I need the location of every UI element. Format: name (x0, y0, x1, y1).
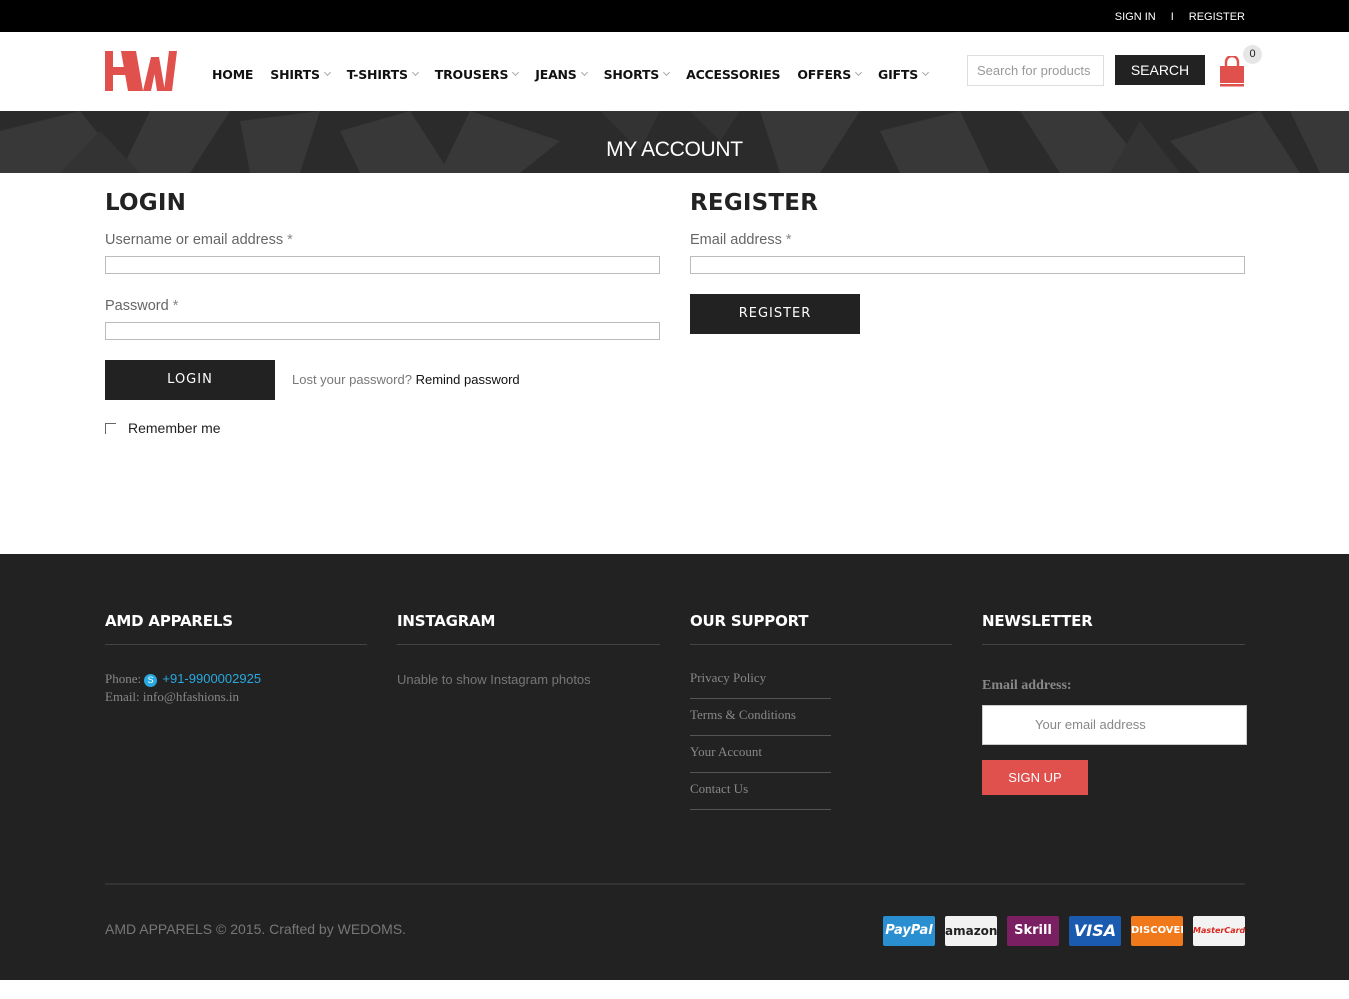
footer-about-title: AMD APPARELS (105, 612, 233, 630)
link-separator: I (1170, 11, 1174, 23)
lost-password-label: Lost your password? (292, 372, 412, 387)
login-button[interactable]: LOGIN (105, 360, 275, 400)
phone-link[interactable]: +91-9900002925 (162, 671, 261, 686)
login-title: LOGIN (105, 190, 187, 216)
support-links: Privacy Policy Terms & Conditions Your A… (690, 662, 831, 810)
remember-me[interactable]: Remember me (105, 420, 221, 436)
nav-accessories-label: ACCESSORIES (686, 67, 781, 82)
divider (397, 644, 660, 645)
search-button[interactable]: SEARCH (1115, 55, 1205, 85)
page-banner: MY ACCOUNT (0, 111, 1349, 173)
nav-t-shirts-label: T-SHIRTS (346, 67, 408, 82)
site-footer: AMD APPARELS Phone: S +91-9900002925 Emai… (0, 554, 1349, 980)
nav-gifts[interactable]: GIFTS (878, 67, 930, 82)
search-input[interactable]: Search for products (967, 55, 1104, 86)
email-link[interactable]: info@hfashions.in (143, 689, 239, 704)
sign-in-link[interactable]: SIGN IN (1115, 11, 1156, 23)
remember-checkbox[interactable] (105, 422, 116, 434)
phone-label: Phone: (105, 671, 142, 686)
hw-logo[interactable] (105, 51, 177, 91)
email-label: Email: (105, 689, 140, 704)
username-label-text: Username or email address (105, 232, 284, 248)
chevron-down-icon (411, 68, 419, 77)
chevron-down-icon (663, 68, 671, 77)
skrill-icon: Skrill (1007, 916, 1059, 946)
nav-trousers[interactable]: TROUSERS (434, 67, 520, 82)
mastercard-icon: MasterCard (1193, 916, 1245, 946)
support-link-account[interactable]: Your Account (690, 736, 831, 773)
sign-up-button[interactable]: SIGN UP (982, 760, 1088, 795)
top-bar: SIGN IN I REGISTER (0, 0, 1349, 32)
account-links: SIGN IN I REGISTER (1115, 11, 1245, 23)
footer-instagram-title: INSTAGRAM (397, 612, 496, 630)
password-label-text: Password (105, 298, 169, 314)
instagram-message: Unable to show Instagram photos (397, 672, 591, 687)
chevron-down-icon (854, 68, 863, 77)
discover-icon: DISCOVER (1131, 916, 1183, 946)
nav-trousers-label: TROUSERS (434, 67, 509, 82)
amazon-icon: amazon (945, 916, 997, 946)
support-link-contact[interactable]: Contact Us (690, 773, 831, 810)
nav-shirts-label: SHIRTS (270, 67, 320, 82)
page-title: MY ACCOUNT (606, 138, 743, 161)
divider (105, 644, 367, 645)
chevron-down-icon (921, 68, 930, 77)
register-email-field[interactable] (690, 256, 1245, 274)
nav-jeans[interactable]: JEANS (535, 67, 588, 82)
register-title: REGISTER (690, 190, 819, 216)
chevron-down-icon (323, 68, 331, 77)
nav-shirts[interactable]: SHIRTS (270, 67, 331, 82)
footer-contact: Phone: S +91-9900002925 Email: info@hfash… (105, 670, 261, 706)
footer-newsletter-title: NEWSLETTER (982, 612, 1093, 630)
site-header: HOME SHIRTS T-SHIRTS TROUSERS JEANS SHOR… (0, 32, 1349, 111)
required-mark: * (172, 298, 179, 314)
password-field[interactable] (105, 322, 660, 340)
shopping-bag-icon[interactable] (1218, 56, 1246, 88)
nav-offers[interactable]: OFFERS (797, 67, 863, 82)
skype-icon: S (144, 674, 158, 687)
required-mark: * (785, 232, 792, 248)
cart-count-badge: 0 (1243, 45, 1262, 64)
visa-icon: VISA (1069, 916, 1121, 946)
lost-password-text: Lost your password? Remind password (292, 372, 520, 387)
copyright-text: AMD APPARELS © 2015. Crafted by WEDOMS. (105, 921, 407, 937)
register-link[interactable]: REGISTER (1189, 11, 1245, 23)
nav-jeans-label: JEANS (535, 67, 577, 82)
username-label: Username or email address * (105, 232, 293, 248)
main-nav: HOME SHIRTS T-SHIRTS TROUSERS JEANS SHOR… (212, 67, 945, 82)
divider (982, 644, 1245, 645)
register-email-label-text: Email address (690, 232, 782, 248)
nav-offers-label: OFFERS (797, 67, 852, 82)
nav-shorts-label: SHORTS (603, 67, 660, 82)
support-link-privacy[interactable]: Privacy Policy (690, 662, 831, 699)
nav-t-shirts[interactable]: T-SHIRTS (346, 67, 419, 82)
paypal-icon: PayPal (883, 916, 935, 946)
phone-row: Phone: S +91-9900002925 (105, 670, 261, 688)
nav-accessories[interactable]: ACCESSORIES (686, 67, 780, 82)
email-row: Email: info@hfashions.in (105, 688, 261, 706)
footer-divider (105, 883, 1245, 885)
divider (690, 644, 952, 645)
chevron-down-icon (580, 68, 588, 77)
username-field[interactable] (105, 256, 660, 274)
newsletter-email-label: Email address: (982, 678, 1072, 693)
nav-home[interactable]: HOME (212, 67, 253, 82)
password-label: Password * (105, 298, 178, 314)
register-button[interactable]: REGISTER (690, 294, 860, 334)
remember-label: Remember me (128, 420, 221, 436)
nav-gifts-label: GIFTS (878, 67, 918, 82)
support-link-terms[interactable]: Terms & Conditions (690, 699, 831, 736)
remind-password-link[interactable]: Remind password (416, 372, 520, 387)
register-email-label: Email address * (690, 232, 792, 248)
chevron-down-icon (512, 68, 520, 77)
nav-shorts[interactable]: SHORTS (603, 67, 671, 82)
required-mark: * (287, 232, 293, 248)
footer-support-title: OUR SUPPORT (690, 612, 809, 630)
nav-home-label: HOME (212, 67, 254, 82)
newsletter-email-input[interactable]: Your email address (982, 705, 1247, 745)
